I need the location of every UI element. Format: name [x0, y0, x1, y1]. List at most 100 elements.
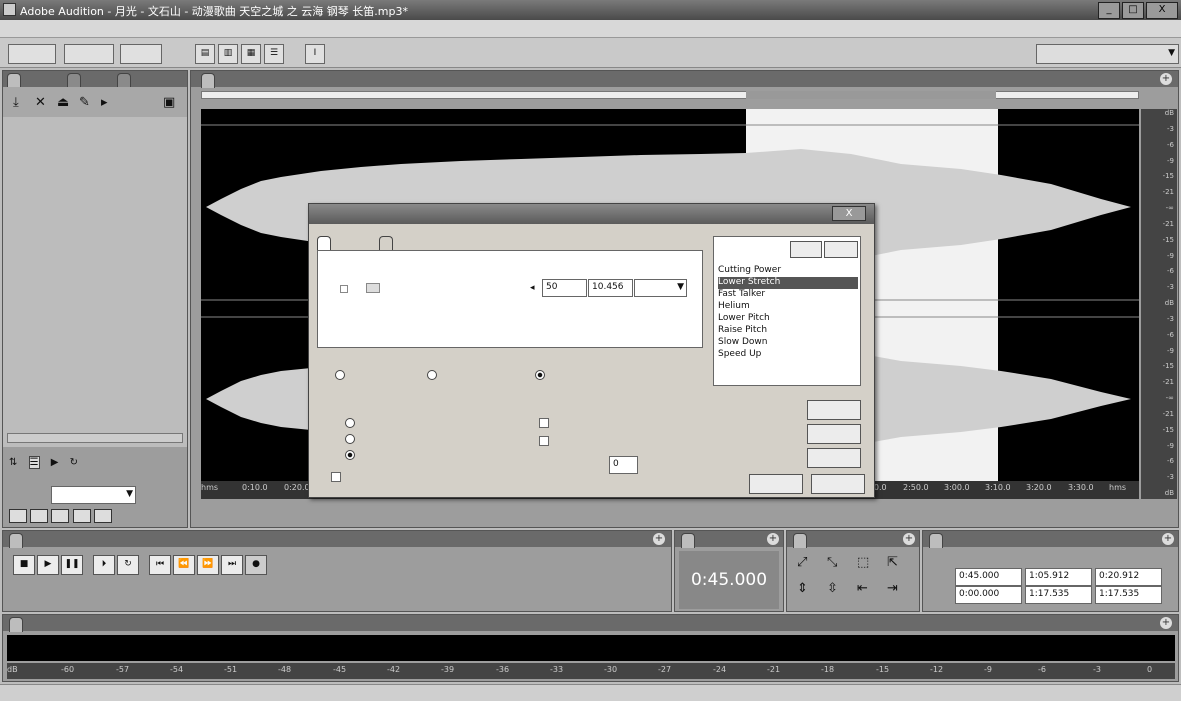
import-icon[interactable]: ⤓ — [13, 95, 19, 110]
precision-option-low[interactable] — [335, 370, 348, 382]
files-scrollbar[interactable] — [7, 433, 183, 443]
zoom-out-horizontal-icon[interactable]: ⤡ — [827, 555, 837, 570]
splice-checkbox[interactable] — [331, 472, 344, 484]
close-file-icon[interactable]: ✕ — [35, 95, 46, 110]
view-length-field[interactable]: 1:17.535 — [1095, 586, 1162, 604]
cursor-tool-icon[interactable]: I — [305, 44, 325, 64]
tab-levels[interactable] — [9, 617, 23, 632]
preset-add-button[interactable] — [790, 241, 822, 258]
preset-delete-button[interactable] — [824, 241, 858, 258]
precision-option-medium[interactable] — [427, 370, 440, 382]
splice-freq-input[interactable]: 0 — [609, 456, 638, 474]
tab-constant-stretch[interactable] — [317, 236, 331, 251]
stop-icon[interactable]: ■ — [13, 555, 35, 575]
multitrack-view-button[interactable] — [64, 44, 114, 64]
zoom-left-edge-icon[interactable]: ⇤ — [857, 581, 868, 596]
show-select[interactable]: ▼ — [51, 486, 136, 504]
tab-main[interactable] — [201, 73, 215, 88]
cd-view-button[interactable] — [120, 44, 162, 64]
ratio-input[interactable]: 50 — [542, 279, 587, 297]
tab-files[interactable] — [7, 73, 21, 88]
close-button[interactable] — [807, 424, 861, 444]
layout-2-icon[interactable]: ▥ — [218, 44, 238, 64]
edit-file-icon[interactable]: ✎ — [79, 95, 90, 110]
workspace-select[interactable]: ▼ — [1036, 44, 1179, 64]
fast-forward-icon[interactable]: ⏩ — [197, 555, 219, 575]
preset-item-selected[interactable]: Lower Stretch — [718, 277, 858, 289]
close-window-button[interactable]: X — [1146, 2, 1178, 19]
preset-item[interactable]: Cutting Power — [718, 265, 858, 277]
minimize-button[interactable]: _ — [1098, 2, 1120, 19]
layout-3-icon[interactable]: ▦ — [241, 44, 261, 64]
panel-menu-icon[interactable]: + — [1160, 73, 1172, 85]
layout-1-icon[interactable]: ▤ — [195, 44, 215, 64]
pitch-check-1[interactable] — [539, 418, 552, 430]
help-button[interactable] — [811, 474, 865, 494]
preset-item[interactable]: Slow Down — [718, 337, 858, 349]
tab-selection-view[interactable] — [929, 533, 943, 548]
selection-start-field[interactable]: 0:45.000 — [955, 568, 1022, 586]
zoom-in-vertical-icon[interactable]: ⇕ — [797, 581, 808, 596]
zoom-right-edge-icon[interactable]: ⇥ — [887, 581, 898, 596]
preview-button[interactable] — [749, 474, 803, 494]
slider-left-icon[interactable] — [340, 285, 348, 293]
list-view-icon[interactable]: ☰ — [28, 456, 40, 469]
preset-item[interactable]: Helium — [718, 301, 858, 313]
zoom-out-vertical-icon[interactable]: ⇳ — [827, 581, 838, 596]
tab-favorites[interactable] — [117, 73, 131, 88]
maximize-button[interactable]: □ — [1122, 2, 1144, 19]
loop-filter-icon[interactable] — [30, 509, 49, 523]
zoom-selection-icon[interactable]: ⇱ — [887, 555, 898, 570]
tab-time[interactable] — [681, 533, 695, 548]
midi-filter-icon[interactable] — [72, 509, 91, 523]
panel-menu-icon[interactable]: + — [1160, 617, 1172, 629]
go-start-icon[interactable]: ⏮ — [149, 555, 171, 575]
stretch-mode-1[interactable] — [345, 418, 358, 430]
tab-gliding-stretch[interactable] — [379, 236, 393, 251]
tab-transport[interactable] — [9, 533, 23, 548]
audio-filter-icon[interactable] — [9, 509, 27, 523]
play-file-icon[interactable]: ▸ — [101, 95, 108, 110]
panel-menu-icon[interactable]: + — [767, 533, 779, 545]
precision-option-high[interactable] — [535, 370, 548, 382]
loop-play-icon[interactable]: ↻ — [117, 555, 139, 575]
go-end-icon[interactable]: ⏭ — [221, 555, 243, 575]
panel-menu-icon[interactable]: + — [1162, 533, 1174, 545]
play-icon[interactable]: ▶ — [37, 555, 59, 575]
video-filter-icon[interactable] — [51, 509, 70, 523]
tab-zoom[interactable] — [793, 533, 807, 548]
overview-selection[interactable] — [746, 91, 996, 99]
cursor-filter-icon[interactable] — [93, 509, 112, 523]
panel-menu-icon[interactable]: + — [653, 533, 665, 545]
dialog-close-button[interactable]: X — [832, 206, 866, 221]
selection-end-field[interactable]: 1:05.912 — [1025, 568, 1092, 586]
preset-item[interactable]: Fast Talker — [718, 289, 858, 301]
zoom-full-icon[interactable]: ⬚ — [857, 555, 869, 570]
preset-item[interactable]: Speed Up — [718, 349, 858, 361]
slider-handle[interactable] — [366, 283, 380, 293]
preset-item[interactable]: Raise Pitch — [718, 325, 858, 337]
edit-view-button[interactable] — [8, 44, 56, 64]
transpose-select[interactable]: ▼ — [634, 279, 687, 297]
record-icon[interactable]: ● — [245, 555, 267, 575]
rewind-icon[interactable]: ⏪ — [173, 555, 195, 575]
view-end-field[interactable]: 1:17.535 — [1025, 586, 1092, 604]
zoom-in-horizontal-icon[interactable]: ⤢ — [797, 555, 807, 570]
play-from-cursor-icon[interactable]: ⏵ — [93, 555, 115, 575]
options-icon[interactable]: ▣ — [163, 95, 175, 110]
panel-menu-icon[interactable]: + — [903, 533, 915, 545]
view-start-field[interactable]: 0:00.000 — [955, 586, 1022, 604]
overview-bar[interactable] — [201, 91, 1139, 99]
insert-icon[interactable]: ⏏ — [57, 95, 69, 110]
sort-icon[interactable]: ⇅ — [9, 457, 17, 468]
stretch-mode-3[interactable] — [345, 450, 358, 462]
ok-button[interactable] — [807, 400, 861, 420]
preset-item[interactable]: Lower Pitch — [718, 313, 858, 325]
pause-icon[interactable]: ❚❚ — [61, 555, 83, 575]
loop-icon[interactable]: ↻ — [70, 457, 78, 468]
length-input[interactable]: 10.456 — [588, 279, 633, 297]
selection-length-field[interactable]: 0:20.912 — [1095, 568, 1162, 586]
layout-4-icon[interactable]: ☰ — [264, 44, 284, 64]
tab-effects[interactable] — [67, 73, 81, 88]
stretch-mode-2[interactable] — [345, 434, 358, 446]
